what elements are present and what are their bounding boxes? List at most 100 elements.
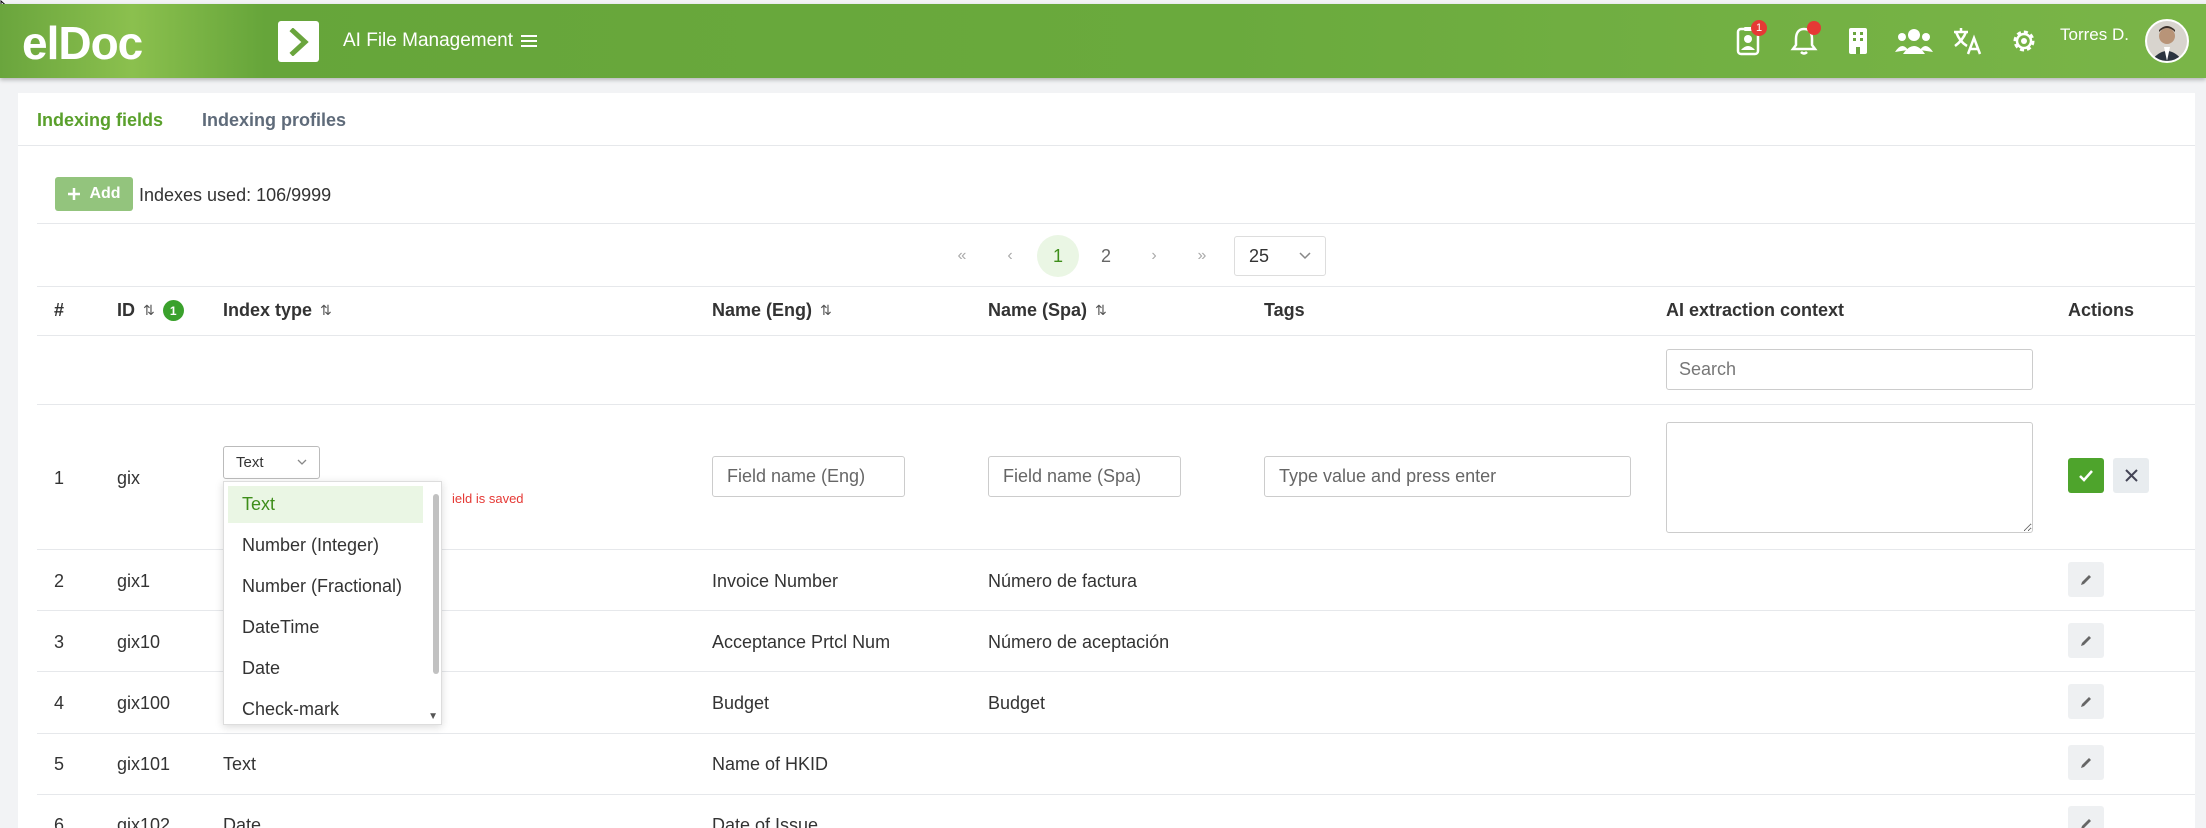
confirm-button[interactable]: [2068, 458, 2104, 493]
top-bar: elDoc AI File Management 1 Torres D.: [0, 4, 2206, 78]
next-page-button[interactable]: ›: [1130, 236, 1178, 276]
page-size-value: 25: [1249, 245, 1270, 266]
col-header-tags: Tags: [1264, 300, 1305, 320]
prev-page-button[interactable]: ‹: [986, 236, 1034, 276]
page-2-button[interactable]: 2: [1082, 236, 1130, 276]
col-header-ai-context: AI extraction context: [1666, 300, 1845, 320]
add-button[interactable]: Add: [55, 177, 133, 211]
ai-context-textarea[interactable]: [1666, 422, 2033, 533]
chevron-down-icon: [297, 459, 307, 465]
row-id: gix101: [117, 754, 171, 774]
building-icon: [1849, 28, 1867, 54]
hamburger-menu-icon[interactable]: [521, 34, 538, 48]
divider: [37, 794, 2195, 795]
app-title-label: AI File Management: [343, 30, 514, 51]
gear-icon: [2013, 30, 2035, 52]
row-id: gix10: [117, 632, 161, 652]
app-logo[interactable]: elDoc: [22, 16, 143, 70]
indexes-used-counter: Indexes used: 106/9999: [139, 185, 332, 205]
chevron-right-icon: [288, 27, 309, 56]
row-index-type: Text: [223, 754, 257, 774]
sort-icon[interactable]: ⇅: [320, 302, 332, 319]
username-label[interactable]: Torres D.: [2060, 25, 2129, 45]
pencil-icon: [2081, 635, 2091, 646]
translate-icon: [1954, 28, 1982, 55]
row-name-eng: Name of HKID: [712, 754, 829, 774]
row-name-spa: Número de factura: [988, 571, 1138, 591]
row-name-spa: Número de aceptación: [988, 632, 1170, 652]
scroll-down-icon[interactable]: ▼: [428, 711, 438, 722]
divider: [37, 733, 2195, 734]
dropdown-option-checkmark[interactable]: Check-mark: [228, 691, 423, 724]
edit-button[interactable]: [2068, 623, 2104, 658]
row-id: gix100: [117, 693, 171, 713]
row-num: 6: [54, 815, 65, 828]
notifications-button[interactable]: [1787, 21, 1821, 58]
avatar[interactable]: [2145, 19, 2189, 63]
saved-note: ield is saved: [452, 491, 524, 506]
tab-indexing-fields[interactable]: Indexing fields: [37, 110, 163, 131]
sort-icon[interactable]: ⇅: [1095, 302, 1107, 319]
organization-button[interactable]: [1841, 24, 1875, 58]
first-page-button[interactable]: «: [938, 236, 986, 276]
pencil-icon: [2081, 757, 2091, 768]
col-header-id[interactable]: ID ⇅ 1: [117, 300, 184, 321]
page-size-select[interactable]: 25: [1234, 236, 1326, 276]
col-header-name-eng[interactable]: Name (Eng) ⇅: [712, 300, 832, 321]
row-name-spa: Budget: [988, 693, 1046, 713]
dropdown-option-date[interactable]: Date: [228, 650, 423, 687]
plus-icon: [68, 188, 81, 200]
dropdown-option-integer[interactable]: Number (Integer): [228, 527, 423, 564]
ai-context-search-input[interactable]: [1666, 349, 2033, 390]
user-photo-icon: [2147, 21, 2187, 61]
edit-button[interactable]: [2068, 562, 2104, 597]
divider: [37, 223, 2195, 224]
index-type-select[interactable]: Text: [223, 446, 320, 479]
row-num: 1: [54, 468, 65, 488]
divider: [37, 286, 2195, 287]
name-spa-field[interactable]: [988, 456, 1181, 497]
nav-toggle-button[interactable]: [278, 21, 319, 62]
tabs-divider: [18, 145, 2195, 146]
settings-button[interactable]: [2007, 24, 2041, 58]
pencil-icon: [2081, 696, 2091, 707]
close-icon: [2124, 469, 2138, 482]
app-title[interactable]: AI File Management: [343, 30, 538, 52]
tags-field[interactable]: [1264, 456, 1631, 497]
language-button[interactable]: [1951, 24, 1985, 58]
sort-icon[interactable]: ⇅: [820, 302, 832, 319]
dropdown-scrollbar[interactable]: [433, 494, 439, 674]
sort-asc-icon[interactable]: ⇅: [143, 302, 155, 319]
row-id: gix102: [117, 815, 171, 828]
main-card: Indexing fields Indexing profiles Add In…: [18, 93, 2195, 828]
name-eng-field[interactable]: [712, 456, 905, 497]
row-name-eng: Date of Issue: [712, 815, 819, 828]
index-type-value: Text: [236, 454, 264, 471]
tab-indexing-profiles[interactable]: Indexing profiles: [202, 110, 346, 131]
row-name-eng: Acceptance Prtcl Num: [712, 632, 891, 652]
row-name-eng: Invoice Number: [712, 571, 839, 591]
divider: [37, 404, 2195, 405]
edit-button[interactable]: [2068, 684, 2104, 719]
chevron-down-icon: [1299, 252, 1311, 260]
edit-button[interactable]: [2068, 806, 2104, 828]
profile-card-button[interactable]: 1: [1731, 20, 1767, 58]
page-1-button[interactable]: 1: [1037, 235, 1079, 277]
dropdown-option-datetime[interactable]: DateTime: [228, 609, 423, 646]
notifications-dot: [1807, 21, 1821, 35]
sort-order-badge: 1: [162, 300, 184, 321]
row-num: 4: [54, 693, 65, 713]
cancel-button[interactable]: [2113, 458, 2149, 493]
dropdown-option-text[interactable]: Text: [228, 486, 423, 523]
col-header-num: #: [54, 300, 65, 320]
col-header-index-type[interactable]: Index type ⇅: [223, 300, 332, 321]
row-id: gix: [117, 468, 141, 488]
row-num: 5: [54, 754, 65, 774]
users-button[interactable]: [1894, 24, 1934, 58]
dropdown-option-fractional[interactable]: Number (Fractional): [228, 568, 423, 605]
edit-button[interactable]: [2068, 745, 2104, 780]
add-button-label: Add: [89, 185, 121, 202]
col-header-name-spa[interactable]: Name (Spa) ⇅: [988, 300, 1107, 321]
last-page-button[interactable]: »: [1178, 236, 1226, 276]
col-header-actions: Actions: [2068, 300, 2135, 320]
